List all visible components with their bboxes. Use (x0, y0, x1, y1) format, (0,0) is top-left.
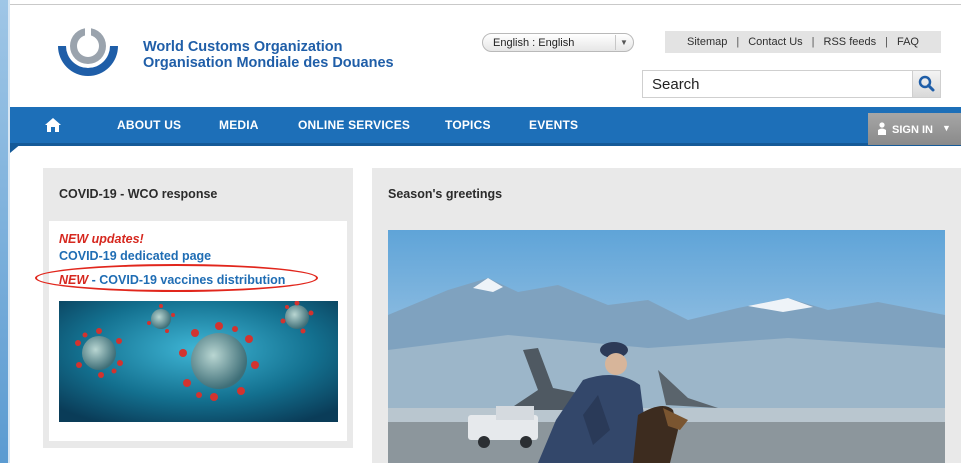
nav-item-topics[interactable]: TOPICS (445, 118, 491, 132)
covid-dedicated-page-link[interactable]: COVID-19 dedicated page (59, 249, 211, 263)
covid-panel: COVID-19 - WCO response NEW updates! COV… (35, 168, 353, 448)
covid-panel-title: COVID-19 - WCO response (59, 187, 218, 201)
seasons-greetings-title: Season's greetings (388, 187, 503, 201)
nav-item-events[interactable]: EVENTS (529, 118, 578, 132)
org-name-french: Organisation Mondiale des Douanes (143, 55, 394, 71)
search-input[interactable] (643, 71, 911, 97)
nav-item-media[interactable]: MEDIA (219, 118, 259, 132)
home-icon[interactable] (44, 117, 62, 133)
language-select[interactable]: English : English ▼ (482, 33, 634, 52)
browser-viewport: World Customs Organization Organisation … (0, 0, 961, 463)
caret-down-icon: ▼ (942, 123, 951, 133)
new-updates-label: NEW updates! (59, 232, 144, 246)
sign-in-label: SIGN IN (892, 124, 933, 136)
user-icon (878, 122, 886, 135)
nav-fold-decoration (10, 143, 22, 153)
search-button[interactable] (912, 71, 940, 97)
nav-item-online-services[interactable]: ONLINE SERVICES (298, 118, 410, 132)
left-decorative-strip (0, 0, 8, 463)
highlight-ellipse (35, 264, 318, 292)
main-navigation: ABOUT US MEDIA ONLINE SERVICES TOPICS EV… (10, 107, 961, 146)
coronavirus-image[interactable] (59, 301, 338, 422)
chevron-down-icon: ▼ (615, 35, 632, 50)
rss-feeds-link[interactable]: RSS feeds (815, 36, 886, 48)
seasons-greetings-panel: Season's greetings (372, 168, 961, 463)
wco-logo-icon[interactable] (52, 20, 124, 80)
covid-panel-content: NEW updates! COVID-19 dedicated page NEW… (35, 221, 347, 441)
faq-link[interactable]: FAQ (888, 36, 928, 48)
language-select-value: English : English (493, 37, 575, 49)
org-name-english: World Customs Organization (143, 39, 343, 55)
organization-name[interactable]: World Customs Organization Organisation … (143, 39, 394, 71)
search-icon (918, 75, 935, 92)
top-border (10, 4, 961, 5)
utility-links: Sitemap | Contact Us | RSS feeds | FAQ (665, 31, 941, 53)
sign-in-button[interactable]: SIGN IN ▼ (868, 113, 961, 145)
seasons-greetings-photo[interactable] (388, 230, 945, 463)
search-box (642, 70, 941, 98)
left-decorative-strip-inner (8, 0, 10, 463)
sitemap-link[interactable]: Sitemap (678, 36, 736, 48)
contact-us-link[interactable]: Contact Us (739, 36, 811, 48)
nav-item-about-us[interactable]: ABOUT US (117, 118, 181, 132)
